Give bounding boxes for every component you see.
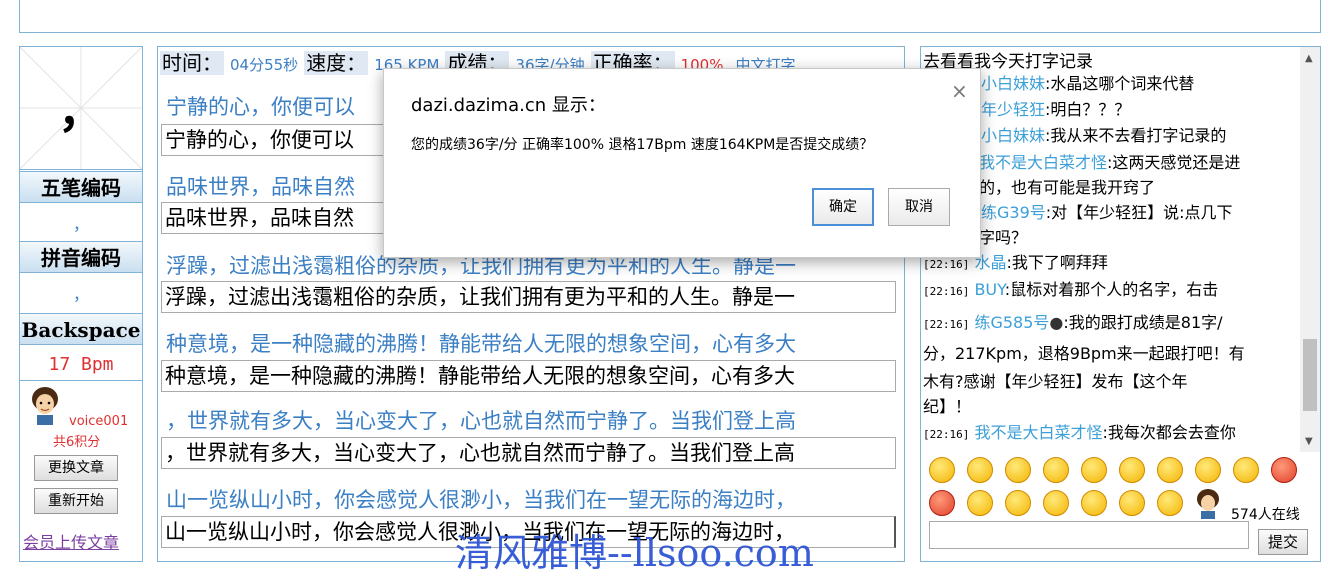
chat-message: [22:16] BUY:鼠标对着那个人的名字，右击 bbox=[923, 277, 1293, 304]
speed-label: 速度： bbox=[304, 51, 369, 75]
chat-message: 纪】！ bbox=[923, 394, 1293, 419]
chat-text: :这两天感觉还是进 bbox=[1107, 153, 1241, 172]
sad-icon[interactable] bbox=[1081, 490, 1107, 516]
chat-scrollbar[interactable]: ▲ ▼ bbox=[1300, 47, 1320, 452]
chat-message: 练G39号:对【年少轻狂】说:点几下 bbox=[981, 200, 1301, 225]
wubi-value: ， bbox=[72, 215, 89, 234]
time-label: 时间： bbox=[160, 51, 224, 75]
chat-nick[interactable]: 我不是大白菜才怪 bbox=[979, 153, 1107, 172]
chat-text: :我的跟打成绩是81字/ bbox=[1063, 313, 1223, 332]
source-line: 种意境，是一种隐藏的沸腾！静能带给人无限的想象空间，心有多大 bbox=[166, 332, 796, 356]
backspace-bpm: 17 Bpm bbox=[20, 350, 142, 381]
chat-timestamp: [22:16] bbox=[923, 428, 970, 441]
shy-icon[interactable] bbox=[929, 490, 955, 516]
chat-text: 分，217Kpm，退格9Bpm来一起跟打吧！有 bbox=[923, 344, 1245, 363]
online-avatar-icon bbox=[1197, 489, 1219, 519]
chat-timestamp: [22:16] bbox=[923, 258, 970, 271]
laugh-icon[interactable] bbox=[1005, 490, 1031, 516]
scroll-thumb[interactable] bbox=[1303, 339, 1317, 411]
chat-text: :水晶这哪个词来代替 bbox=[1045, 74, 1195, 93]
scroll-up-icon[interactable]: ▲ bbox=[1305, 53, 1313, 64]
ok-button[interactable]: 确定 bbox=[812, 188, 874, 226]
chat-input[interactable] bbox=[929, 521, 1249, 549]
chat-nick[interactable]: 年少轻狂 bbox=[981, 100, 1045, 119]
chat-text: :我从来不去看打字记录的 bbox=[1045, 126, 1227, 145]
left-panel: ， 五笔编码 ， 拼音编码 ， Backspace 17 Bpm voice00… bbox=[19, 46, 143, 562]
scroll-down-icon[interactable]: ▼ bbox=[1305, 436, 1313, 447]
chat-nick[interactable]: 我不是大白菜才怪 bbox=[974, 423, 1102, 442]
chat-text: 字吗？ bbox=[979, 228, 1028, 247]
typed-line[interactable]: 种意境，是一种隐藏的沸腾！静能带给人无限的想象空间，心有多大 bbox=[161, 360, 896, 392]
chat-message: 小白妹妹:我从来不去看打字记录的 bbox=[981, 123, 1301, 148]
current-char: ， bbox=[58, 84, 104, 138]
source-line: ，世界就有多大，当心变大了，心也就自然而宁静了。当我们登上高 bbox=[166, 409, 796, 433]
user-name[interactable]: voice001 bbox=[69, 414, 128, 429]
pinyin-value: ， bbox=[72, 285, 89, 304]
cancel-button[interactable]: 取消 bbox=[888, 188, 950, 226]
upload-article-link[interactable]: 会员上传文章 bbox=[23, 529, 119, 553]
chat-text: 木有?感谢【年少轻狂】发布【这个年 bbox=[923, 372, 1188, 391]
cry-icon[interactable] bbox=[1233, 457, 1259, 483]
tongue-icon[interactable] bbox=[1005, 457, 1031, 483]
cool-icon[interactable] bbox=[1081, 457, 1107, 483]
chat-nick[interactable]: 练G585号 bbox=[974, 313, 1049, 332]
backspace-label: Backspace bbox=[20, 313, 142, 345]
chat-text: :我每次都会去查你 bbox=[1102, 423, 1236, 442]
chat-text: :鼠标对着那个人的名字，右击 bbox=[1004, 280, 1219, 299]
surprise-icon[interactable] bbox=[1043, 457, 1069, 483]
restart-button[interactable]: 重新开始 bbox=[34, 488, 118, 514]
chat-nick[interactable]: 小白妹妹 bbox=[981, 74, 1045, 93]
pinyin-label: 拼音编码 bbox=[20, 241, 142, 273]
chat-message: 分，217Kpm，退格9Bpm来一起跟打吧！有 bbox=[923, 341, 1293, 366]
submit-chat-button[interactable]: 提交 bbox=[1258, 529, 1308, 555]
mad-icon[interactable] bbox=[1271, 457, 1297, 483]
char-preview: ， bbox=[20, 47, 142, 170]
change-article-button[interactable]: 更换文章 bbox=[34, 455, 118, 481]
watermark: 清风雅博--llsoo.com bbox=[455, 531, 814, 575]
source-line: 宁静的心，你便可以 bbox=[166, 95, 355, 119]
dialog-message: 您的成绩36字/分 正确率100% 退格17Bpm 速度164KPM是否提交成绩… bbox=[411, 137, 874, 153]
dialog-title: dazi.dazima.cn 显示： bbox=[411, 95, 606, 116]
blush-icon[interactable] bbox=[1119, 457, 1145, 483]
typed-line[interactable]: 浮躁，过滤出浅霭粗俗的杂质，让我们拥有更为平和的人生。静是一 bbox=[161, 281, 896, 313]
chat-text: 纪】！ bbox=[923, 397, 972, 416]
chat-message: 的，也有可能是我开窍了 bbox=[979, 175, 1301, 200]
chat-timestamp: [22:16] bbox=[923, 285, 970, 298]
sunglasses-icon[interactable] bbox=[1119, 490, 1145, 516]
chat-text: 的，也有可能是我开窍了 bbox=[979, 178, 1156, 197]
typed-line[interactable]: ，世界就有多大，当心变大了，心也就自然而宁静了。当我们登上高 bbox=[161, 437, 896, 469]
wink-icon[interactable] bbox=[1195, 457, 1221, 483]
chat-message: 我不是大白菜才怪:这两天感觉还是进 bbox=[979, 150, 1301, 175]
grin-icon[interactable] bbox=[967, 457, 993, 483]
happy-icon[interactable] bbox=[1043, 490, 1069, 516]
angry-icon[interactable] bbox=[1157, 457, 1183, 483]
chat-message: 小白妹妹:水晶这哪个词来代替 bbox=[981, 71, 1301, 96]
neutral-icon[interactable] bbox=[967, 490, 993, 516]
chat-message: [22:16] 我不是大白菜才怪:我每次都会去查你 bbox=[923, 420, 1293, 447]
chat-message: [22:16] 练G585号●:我的跟打成绩是81字/ bbox=[923, 310, 1293, 337]
user-points: 共6积分 bbox=[53, 435, 101, 450]
wubi-label: 五笔编码 bbox=[20, 171, 142, 203]
chat-timestamp: [22:16] bbox=[923, 318, 970, 331]
chat-text: :对【年少轻狂】说:点几下 bbox=[1045, 203, 1233, 222]
chat-text: :我下了啊拜拜 bbox=[1006, 253, 1108, 272]
alert-dialog: dazi.dazima.cn 显示： × 您的成绩36字/分 正确率100% 退… bbox=[383, 68, 981, 258]
source-line: 品味世界，品味自然 bbox=[166, 175, 355, 199]
time-value: 04分55秒 bbox=[230, 56, 299, 74]
sweat-icon[interactable] bbox=[1157, 490, 1183, 516]
chat-nick[interactable]: BUY bbox=[974, 280, 1004, 299]
chat-nick[interactable]: 练G39号 bbox=[981, 203, 1046, 222]
top-banner bbox=[19, 0, 1321, 33]
chat-message: 年少轻狂:明白？？？ bbox=[981, 97, 1301, 122]
close-icon[interactable]: × bbox=[951, 79, 968, 103]
source-line: 山一览纵山小时，你会感觉人很渺小，当我们在一望无际的海边时， bbox=[166, 488, 796, 512]
chat-nick[interactable]: 小白妹妹 bbox=[981, 126, 1045, 145]
smile-icon[interactable] bbox=[929, 457, 955, 483]
chat-message: 木有?感谢【年少轻狂】发布【这个年 bbox=[923, 369, 1293, 394]
penguin-icon: ● bbox=[1049, 313, 1064, 332]
avatar-icon bbox=[32, 387, 58, 425]
chat-message: 字吗？ bbox=[979, 225, 1301, 250]
chat-text: :明白？？？ bbox=[1045, 100, 1131, 119]
